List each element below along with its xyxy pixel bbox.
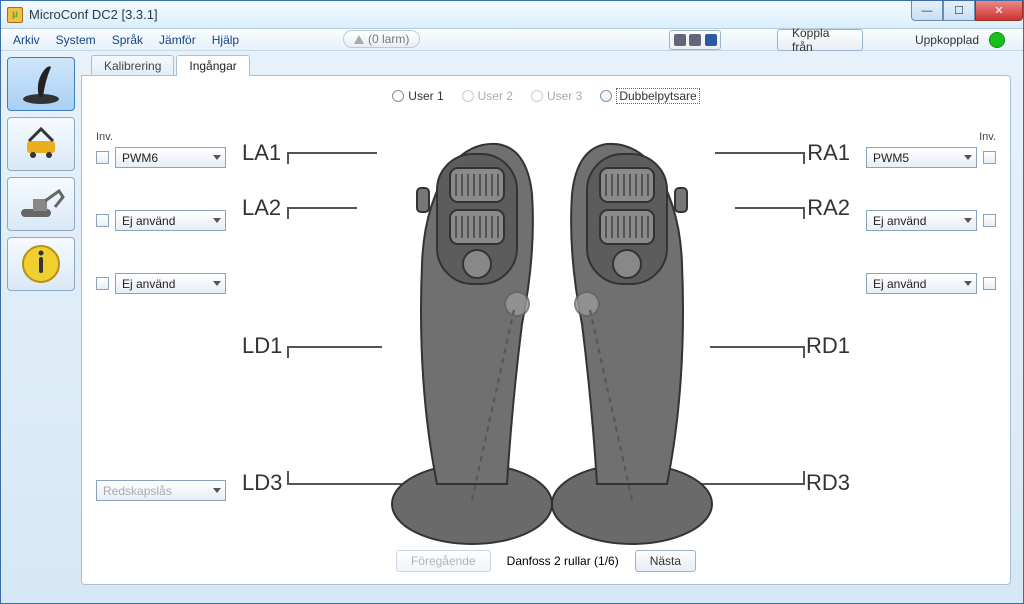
label-la1: LA1 [242,140,281,166]
left-column: Inv. PWM6 Ej använd Ej använd [96,131,226,336]
label-ld1: LD1 [242,333,282,359]
chevron-down-icon [213,155,221,160]
app-window: µ MicroConf DC2 [3.3.1] — ☐ ✕ Arkiv Syst… [0,0,1024,604]
transfer-icon [689,34,701,46]
right-column: Inv. PWM5 Ej använd Ej använd [866,131,996,336]
row-la1: PWM6 [96,147,226,168]
user-radio-group: User 1 User 2 User 3 Dubbelpytsare [82,88,1010,104]
info-icon [15,243,67,285]
select-la3[interactable]: Ej använd [115,273,226,294]
prev-button[interactable]: Föregående [396,550,491,572]
file-icons[interactable] [669,30,721,50]
sidebar-excavator[interactable] [7,177,75,231]
radio-user3[interactable]: User 3 [531,89,582,103]
sidebar-joystick[interactable] [7,57,75,111]
alarm-label: (0 larm) [368,32,409,46]
tabs: Kalibrering Ingångar [91,55,1011,76]
inv-checkbox-ra2[interactable] [983,214,996,227]
joystick-icon [15,63,67,105]
sidebar [1,51,81,603]
row-ra2: Ej använd [866,210,996,231]
menu-arkiv[interactable]: Arkiv [5,31,48,49]
joystick-diagram [322,124,782,554]
attachment-icon [15,123,67,165]
select-la1[interactable]: PWM6 [115,147,226,168]
close-button[interactable]: ✕ [975,1,1023,21]
row-la3: Ej använd [96,273,226,294]
radio-user1[interactable]: User 1 [392,89,443,103]
select-ra2[interactable]: Ej använd [866,210,977,231]
app-icon: µ [7,7,23,23]
bottom-nav: Föregående Danfoss 2 rullar (1/6) Nästa [82,550,1010,572]
label-la2: LA2 [242,195,281,221]
row-ld3-select: Redskapslås [96,480,226,501]
row-ra1: PWM5 [866,147,996,168]
select-la2[interactable]: Ej använd [115,210,226,231]
menu-sprak[interactable]: Språk [104,31,151,49]
label-rd1: RD1 [806,333,850,359]
chevron-down-icon [213,218,221,223]
inv-checkbox-ra1[interactable] [983,151,996,164]
excavator-icon [15,183,67,225]
titlebar: µ MicroConf DC2 [3.3.1] — ☐ ✕ [1,1,1023,29]
model-label: Danfoss 2 rullar (1/6) [507,554,619,568]
chevron-down-icon [964,281,972,286]
content: Kalibrering Ingångar User 1 User 2 User … [81,51,1023,603]
select-ld3[interactable]: Redskapslås [96,480,226,501]
inv-checkbox-la1[interactable] [96,151,109,164]
warning-icon [354,35,364,44]
main-area: Kalibrering Ingångar User 1 User 2 User … [1,51,1023,603]
menu-jamfor[interactable]: Jämför [151,31,204,49]
label-ld3: LD3 [242,470,282,496]
select-ra1[interactable]: PWM5 [866,147,977,168]
alarm-button[interactable]: (0 larm) [343,30,420,48]
chevron-down-icon [213,488,221,493]
connection-status: Uppkopplad [915,33,979,47]
inv-label-right: Inv. [866,131,996,143]
window-controls: — ☐ ✕ [911,1,1023,21]
label-rd3: RD3 [806,470,850,496]
window-title: MicroConf DC2 [3.3.1] [29,7,158,22]
inv-checkbox-la2[interactable] [96,214,109,227]
menu-system[interactable]: System [48,31,104,49]
sidebar-attachment[interactable] [7,117,75,171]
minimize-button[interactable]: — [911,1,943,21]
row-ra3: Ej använd [866,273,996,294]
inv-checkbox-la3[interactable] [96,277,109,290]
maximize-button[interactable]: ☐ [943,1,975,21]
next-button[interactable]: Nästa [635,550,696,572]
disconnect-button[interactable]: Koppla från [777,29,863,51]
menu-hjalp[interactable]: Hjälp [204,31,247,49]
label-ra1: RA1 [807,140,850,166]
chevron-down-icon [964,155,972,160]
sidebar-info[interactable] [7,237,75,291]
tab-kalibrering[interactable]: Kalibrering [91,55,174,76]
save-icon [705,34,717,46]
chevron-down-icon [213,281,221,286]
panel-ingangar: User 1 User 2 User 3 Dubbelpytsare Inv. … [81,75,1011,585]
tab-ingangar[interactable]: Ingångar [176,55,249,76]
radio-user2[interactable]: User 2 [462,89,513,103]
radio-dubbel[interactable]: Dubbelpytsare [600,88,699,104]
inv-label-left: Inv. [96,131,226,143]
menubar: Arkiv System Språk Jämför Hjälp (0 larm)… [1,29,1023,51]
label-ra2: RA2 [807,195,850,221]
inv-checkbox-ra3[interactable] [983,277,996,290]
row-la2: Ej använd [96,210,226,231]
select-ra3[interactable]: Ej använd [866,273,977,294]
device-icon [674,34,686,46]
chevron-down-icon [964,218,972,223]
status-indicator-icon [989,32,1005,48]
